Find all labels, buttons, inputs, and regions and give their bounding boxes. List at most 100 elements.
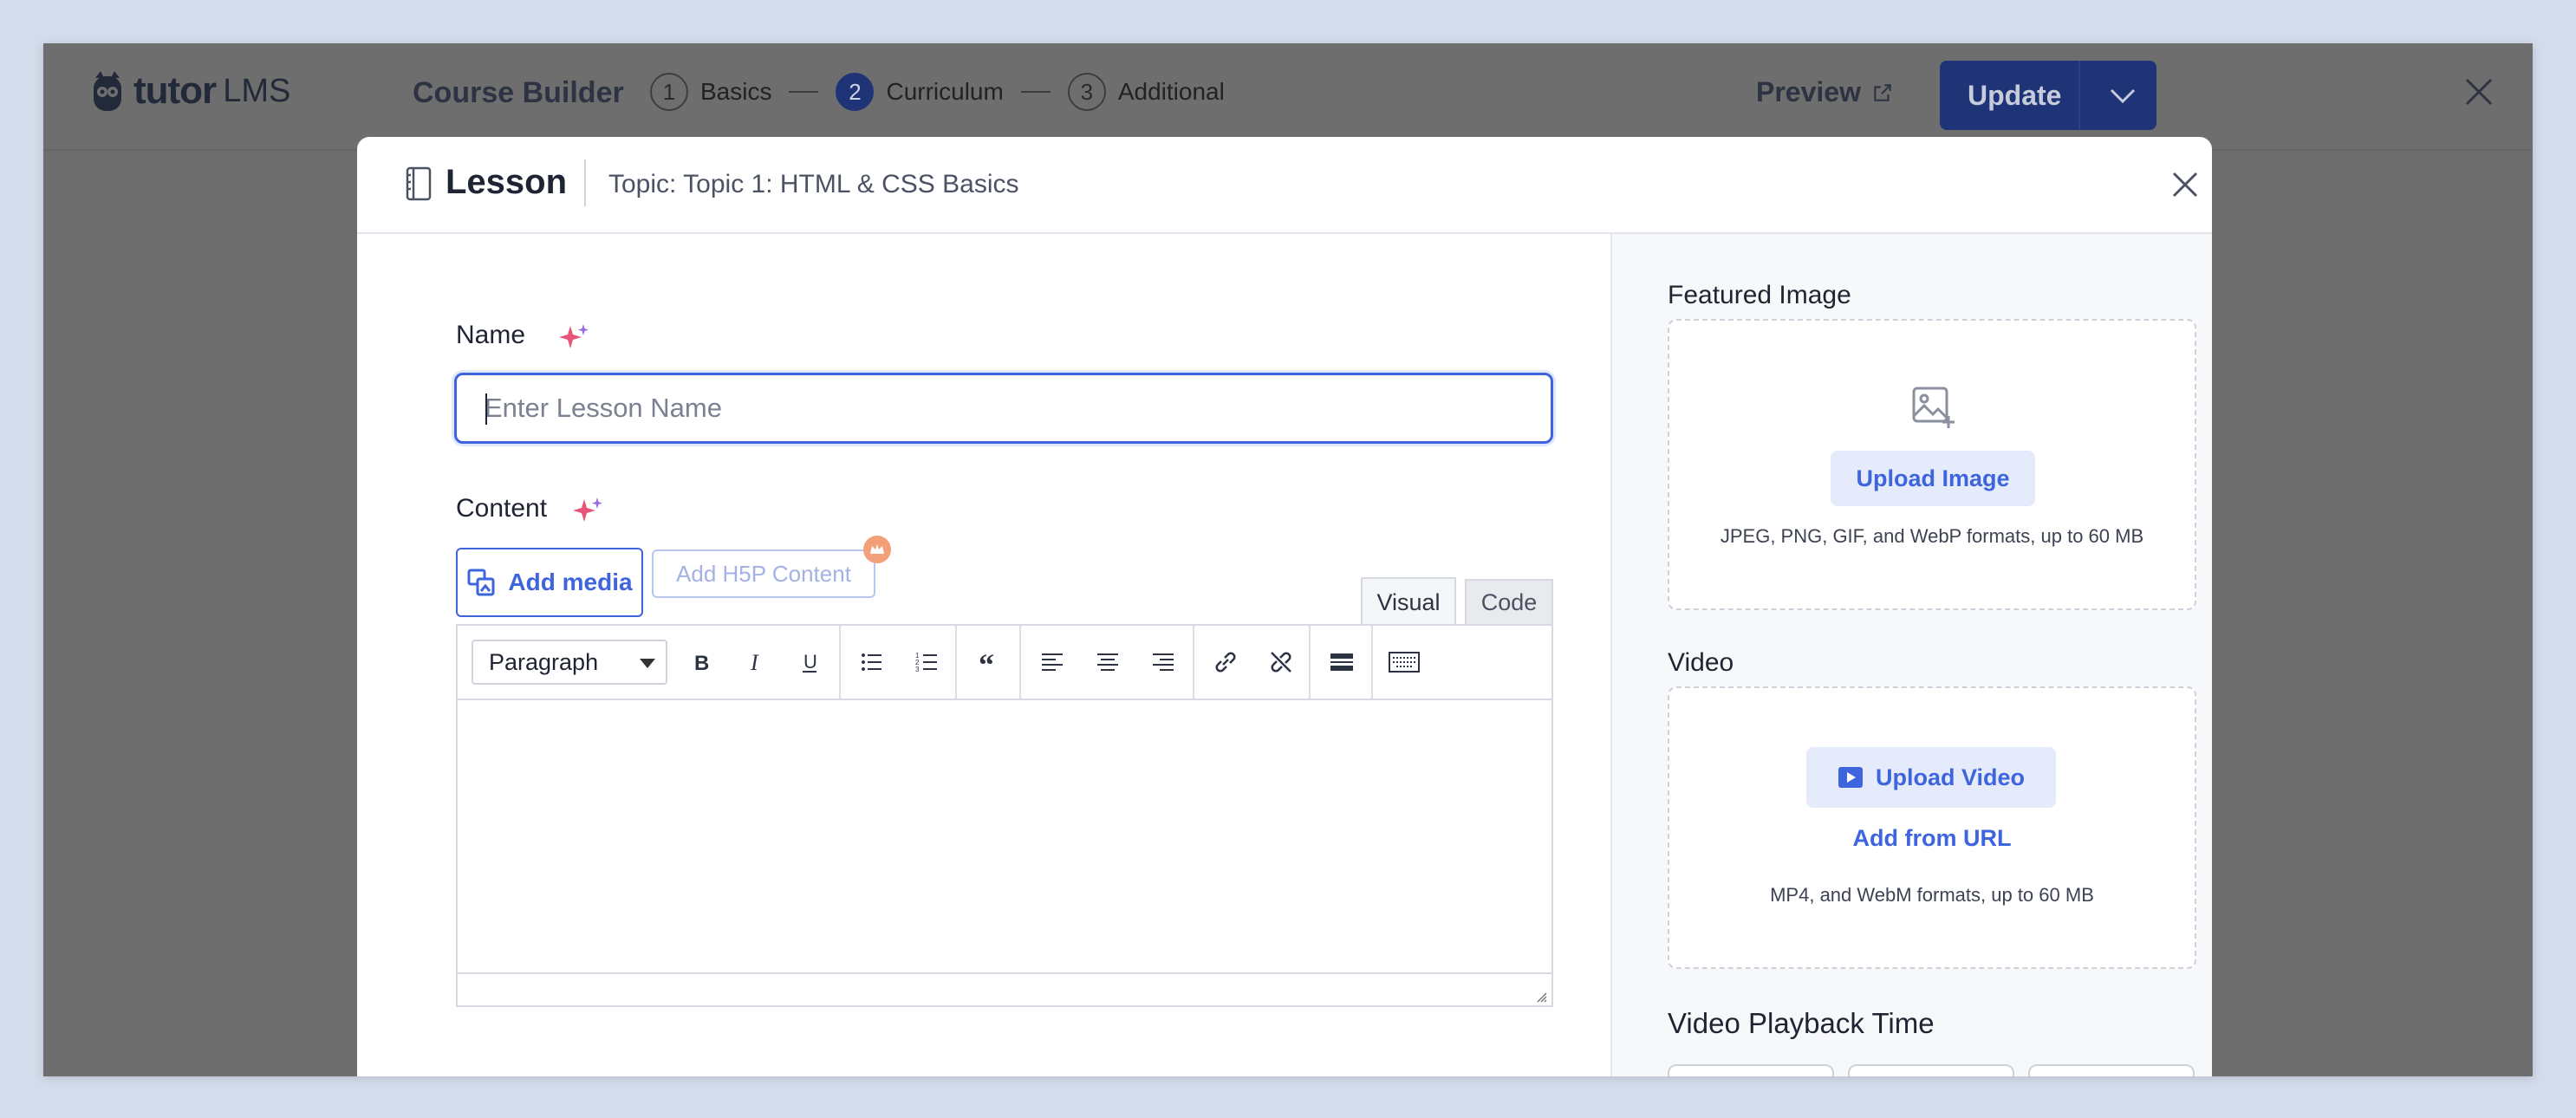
- chevron-down-icon[interactable]: [2108, 81, 2137, 109]
- video-text: Video: [1668, 648, 1734, 677]
- video-dropzone[interactable]: Upload Video Add from URL MP4, and WebM …: [1668, 686, 2196, 969]
- playback-minutes-input[interactable]: [1848, 1064, 2014, 1076]
- playback-hours-input[interactable]: [1668, 1064, 1834, 1076]
- header-divider: [584, 159, 586, 206]
- toolbar-toggle-icon[interactable]: [1383, 641, 1425, 683]
- video-label: Video: [1668, 648, 1734, 678]
- toolbar-separator: [1371, 626, 1373, 699]
- video-play-icon: [1838, 767, 1863, 788]
- video-playback-time-label: Video Playback Time: [1668, 1007, 1935, 1040]
- align-right-icon[interactable]: [1142, 641, 1184, 683]
- unlink-icon[interactable]: [1260, 641, 1302, 683]
- dropdown-arrow-icon: [640, 659, 655, 668]
- paragraph-format-select[interactable]: Paragraph: [472, 640, 667, 685]
- ai-sparkle-icon[interactable]: [556, 321, 593, 357]
- step-indicator: 1 Basics 2 Curriculum 3 Additional: [650, 73, 1225, 111]
- bullet-list-icon[interactable]: [851, 641, 893, 683]
- upload-video-button[interactable]: Upload Video: [1806, 747, 2056, 808]
- content-editor: Paragraph B I U 123 “: [456, 624, 1553, 1007]
- editor-status-bar: [458, 972, 1551, 1007]
- upload-video-label: Upload Video: [1875, 764, 2026, 790]
- text-caret: [485, 393, 487, 425]
- preview-label: Preview: [1756, 76, 1861, 107]
- name-label: Name: [456, 321, 526, 349]
- numbered-list-icon[interactable]: 123: [907, 641, 948, 683]
- logo-text: tutor: [133, 69, 217, 112]
- toolbar-separator: [955, 626, 957, 699]
- toolbar-separator: [839, 626, 841, 699]
- pro-crown-icon: [863, 536, 891, 563]
- image-add-icon: [1912, 387, 1955, 428]
- tab-label: Visual: [1376, 588, 1441, 615]
- upload-image-label: Upload Image: [1856, 465, 2010, 491]
- app-window: tutor LMS Course Builder 1 Basics 2 Curr…: [43, 43, 2533, 1076]
- image-format-hint: JPEG, PNG, GIF, and WebP formats, up to …: [1720, 525, 2144, 547]
- add-from-url-link[interactable]: Add from URL: [1669, 825, 2195, 852]
- step-curriculum[interactable]: 2 Curriculum: [836, 73, 1004, 111]
- step-additional[interactable]: 3 Additional: [1067, 73, 1225, 111]
- step-basics[interactable]: 1 Basics: [650, 73, 771, 111]
- playback-seconds-input[interactable]: [2028, 1064, 2195, 1076]
- svg-text:3: 3: [915, 666, 920, 673]
- logo-suffix: LMS: [223, 72, 291, 109]
- svg-text:I: I: [750, 650, 759, 675]
- svg-text:U: U: [803, 651, 817, 673]
- course-builder-header: tutor LMS Course Builder 1 Basics 2 Curr…: [43, 43, 2533, 151]
- close-icon[interactable]: [2169, 168, 2202, 201]
- close-icon[interactable]: [2462, 75, 2496, 109]
- tab-code[interactable]: Code: [1465, 579, 1553, 626]
- modal-title: Lesson: [446, 163, 568, 201]
- link-icon[interactable]: [1205, 641, 1246, 683]
- name-label-row: Name: [456, 321, 525, 350]
- update-split-divider: [2078, 61, 2080, 130]
- toolbar-separator: [1193, 626, 1194, 699]
- italic-icon[interactable]: I: [735, 641, 777, 683]
- underline-icon[interactable]: U: [789, 641, 830, 683]
- ai-sparkle-icon[interactable]: [570, 494, 607, 530]
- blockquote-icon[interactable]: “: [969, 641, 1011, 683]
- tab-label: Code: [1480, 588, 1538, 615]
- update-button[interactable]: Update: [1940, 61, 2156, 130]
- owl-logo-icon: [94, 71, 121, 111]
- page-title: Course Builder: [413, 76, 624, 109]
- add-media-button[interactable]: Add media: [456, 548, 643, 617]
- read-more-icon[interactable]: [1321, 641, 1363, 683]
- editor-content-area[interactable]: [458, 700, 1551, 976]
- content-label-row: Content: [456, 494, 547, 523]
- step-number: 2: [836, 73, 875, 111]
- toolbar-separator: [1019, 626, 1021, 699]
- svg-text:B: B: [694, 652, 709, 675]
- step-separator: [1020, 91, 1051, 93]
- step-label: Curriculum: [886, 78, 1004, 105]
- modal-header: Lesson Topic: Topic 1: HTML & CSS Basics: [357, 137, 2212, 234]
- resize-handle-icon[interactable]: [1532, 988, 1548, 1004]
- bold-icon[interactable]: B: [680, 641, 721, 683]
- content-label: Content: [456, 494, 548, 523]
- step-number: 1: [650, 73, 688, 111]
- step-label: Basics: [700, 78, 772, 105]
- upload-image-button[interactable]: Upload Image: [1831, 451, 2035, 506]
- editor-toolbar: Paragraph B I U 123 “: [458, 626, 1551, 700]
- featured-image-dropzone[interactable]: Upload Image JPEG, PNG, GIF, and WebP fo…: [1668, 319, 2196, 610]
- lesson-modal: Lesson Topic: Topic 1: HTML & CSS Basics…: [357, 137, 2212, 1076]
- format-select-value: Paragraph: [489, 648, 599, 675]
- topic-breadcrumb: Topic: Topic 1: HTML & CSS Basics: [608, 170, 1019, 198]
- lesson-sidebar: Featured Image Upload Image JPEG, PNG, G…: [1610, 234, 2212, 1076]
- featured-image-label: Featured Image: [1668, 281, 1851, 310]
- align-center-icon[interactable]: [1087, 641, 1129, 683]
- add-h5p-label: Add H5P Content: [676, 560, 851, 587]
- playback-text: Video Playback Time: [1668, 1007, 1935, 1039]
- svg-text:“: “: [979, 649, 994, 675]
- update-label: Update: [1968, 79, 2062, 111]
- add-h5p-content-button[interactable]: Add H5P Content: [652, 549, 875, 598]
- align-left-icon[interactable]: [1031, 641, 1073, 683]
- tab-visual[interactable]: Visual: [1361, 577, 1456, 626]
- external-link-icon: [1874, 83, 1891, 101]
- step-number: 3: [1067, 73, 1106, 111]
- media-icon: [467, 569, 495, 596]
- lesson-name-input[interactable]: [454, 373, 1553, 444]
- step-label: Additional: [1117, 78, 1225, 105]
- book-icon: [406, 166, 432, 201]
- preview-button[interactable]: Preview: [1756, 76, 1894, 108]
- step-separator: [789, 91, 819, 93]
